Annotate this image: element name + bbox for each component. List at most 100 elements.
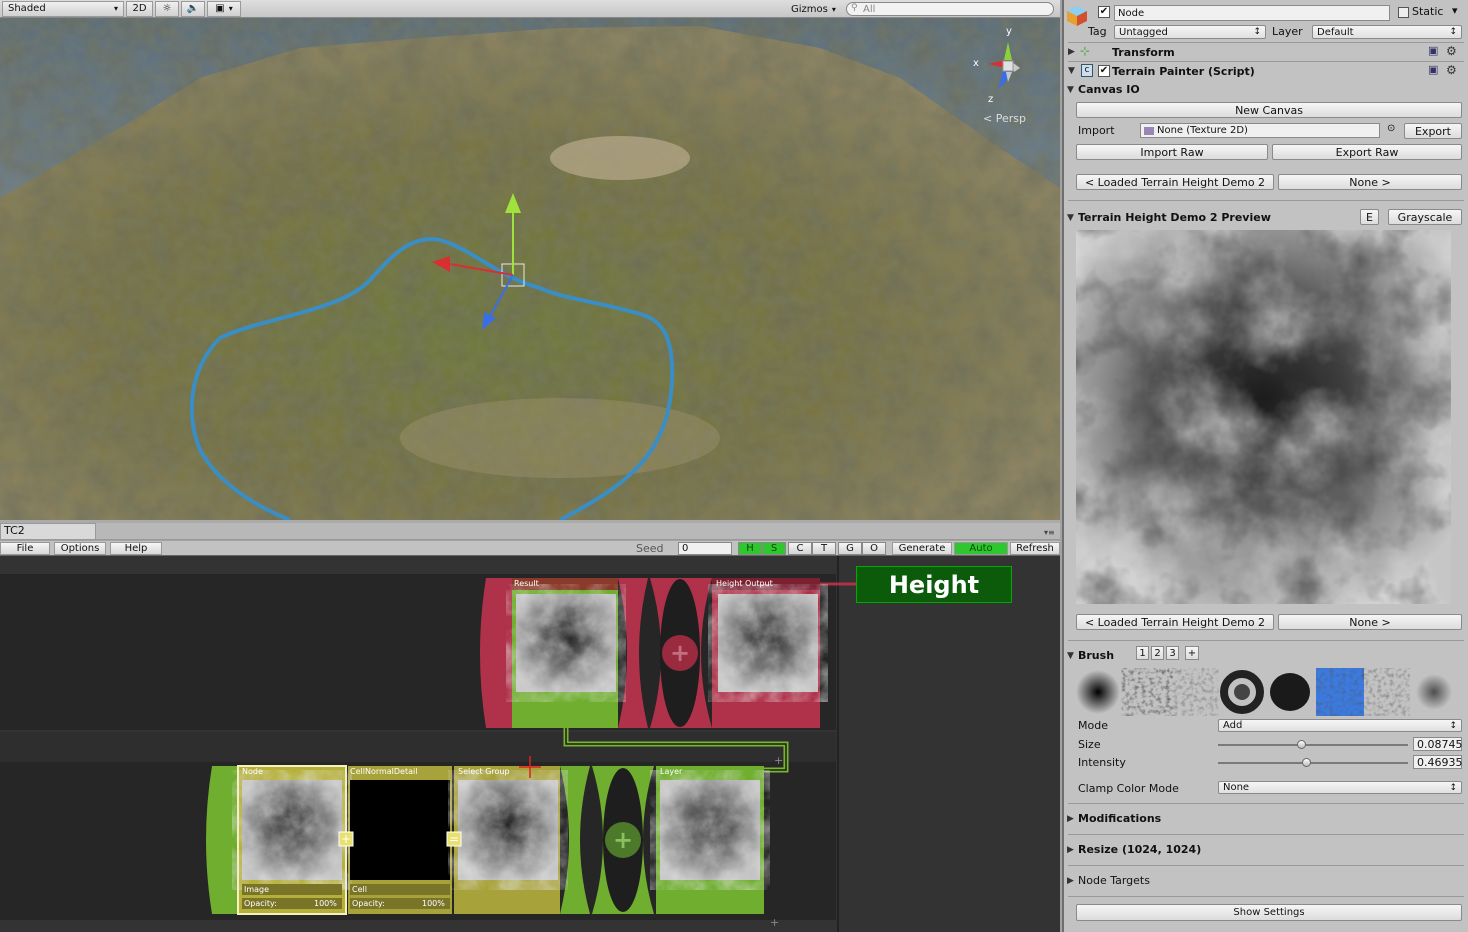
import-raw-button[interactable]: Import Raw [1076,144,1268,160]
script-enabled-checkbox[interactable]: ✔ [1098,65,1110,77]
menu-options[interactable]: Options [54,542,106,555]
cell-image-label[interactable]: Cell [352,885,367,894]
orientation-gizmo[interactable]: y x z [972,24,1038,104]
heightmap-preview[interactable] [1076,230,1451,604]
combine-plus-icon[interactable]: + [670,639,690,667]
e-button[interactable]: E [1360,209,1379,225]
import-texture-field[interactable]: None (Texture 2D) [1140,123,1380,138]
layer-dropdown[interactable]: Default [1312,25,1462,39]
static-checkbox[interactable] [1398,7,1409,18]
mode-dropdown[interactable]: Add [1218,719,1462,732]
toggle-h[interactable]: H [738,542,762,555]
toggle-g[interactable]: G [838,542,862,555]
cell-opacity-value[interactable]: 100% [422,899,445,908]
export-raw-button[interactable]: Export Raw [1272,144,1462,160]
modifications-header[interactable]: Modifications [1078,812,1161,825]
brush-rock[interactable] [1126,672,1168,712]
lighting-icon[interactable]: ☼ [155,0,179,17]
active-checkbox[interactable]: ✔ [1098,6,1110,18]
brush-set-2-button[interactable]: 2 [1151,646,1164,660]
panel-menu-icon[interactable]: ▾≡ [1044,528,1055,537]
size-slider-thumb[interactable] [1296,740,1306,749]
preview-foldout-icon[interactable]: ▼ [1067,213,1074,223]
svg-text:+: + [774,754,783,767]
effects-icon[interactable]: ▣ [207,0,241,17]
toggle-c[interactable]: C [788,542,812,555]
terrain-render[interactable] [0,18,1060,520]
brush-soft-round[interactable] [1076,670,1120,714]
static-dropdown-icon[interactable]: ▾ [1452,4,1458,17]
object-picker-icon[interactable]: ⊙ [1387,123,1395,134]
projection-toggle[interactable]: < Persp [983,112,1026,125]
brush-set-1-button[interactable]: 1 [1136,646,1149,660]
generate-button[interactable]: Generate [892,542,952,555]
generate-label: Generate [898,543,946,554]
clamp-color-mode-dropdown[interactable]: None [1218,781,1462,794]
brush-foldout-icon[interactable]: ▼ [1067,651,1074,661]
loaded-canvas-prev-button-2[interactable]: < Loaded Terrain Height Demo 2 [1076,614,1274,630]
resize-foldout-icon[interactable]: ▶ [1067,845,1074,855]
toggle-t[interactable]: T [812,542,836,555]
node-opacity-value[interactable]: 100% [314,899,337,908]
help-book-icon[interactable]: ▣ [1428,44,1438,57]
settings-gear-icon[interactable]: ⚙ [1446,44,1457,58]
tab-strip [96,523,1060,540]
toggle-o[interactable]: O [862,542,886,555]
tab-tc2[interactable]: TC2 [0,523,96,540]
brush-blob[interactable] [1270,673,1310,711]
modifications-foldout-icon[interactable]: ▶ [1067,814,1074,824]
script-header[interactable]: Terrain Painter (Script) [1112,65,1255,78]
brush-speckle[interactable] [1366,672,1406,712]
size-value: 0.08745 [1417,737,1463,751]
node-image-label[interactable]: Image [244,885,269,894]
transform-foldout-icon[interactable]: ▶ [1068,47,1075,57]
size-slider-track[interactable] [1218,744,1408,746]
toggle-s[interactable]: S [762,542,786,555]
intensity-value-field[interactable]: 0.46935 [1413,755,1463,769]
gizmos-dropdown[interactable]: Gizmos [786,1,841,17]
brush-smoke[interactable] [1416,674,1452,710]
output-height-badge[interactable]: Height [856,566,1012,603]
scene-view[interactable]: Shaded 2D ☼ 🔈 ▣ Gizmos ⚲ All y x z < Per… [0,0,1060,520]
object-name-field[interactable]: Node [1114,5,1390,21]
export-button[interactable]: Export [1404,123,1462,139]
intensity-slider-track[interactable] [1218,762,1408,764]
show-settings-button[interactable]: Show Settings [1076,904,1462,921]
audio-icon[interactable]: 🔈 [181,0,205,17]
loaded-canvas-prev-button[interactable]: < Loaded Terrain Height Demo 2 [1076,174,1274,190]
preview-header[interactable]: Terrain Height Demo 2 Preview [1078,211,1271,224]
node-targets-header[interactable]: Node Targets [1078,874,1150,887]
gameobject-cube-icon [1066,5,1088,27]
size-value-field[interactable]: 0.08745 [1413,737,1463,751]
resize-header[interactable]: Resize (1024, 1024) [1078,843,1201,856]
layer-plus-icon[interactable]: + [613,826,633,854]
shading-mode-dropdown[interactable]: Shaded [2,0,124,17]
node-targets-foldout-icon[interactable]: ▶ [1067,876,1074,886]
canvas-io-foldout-icon[interactable]: ▼ [1067,85,1074,95]
mode-2d-button[interactable]: 2D [126,0,153,17]
menu-file[interactable]: File [0,542,50,555]
node-graph-canvas[interactable]: + = + + + + Result Height Output Node Ce… [0,556,1060,932]
refresh-button[interactable]: Refresh [1010,542,1060,555]
tag-dropdown[interactable]: Untagged [1114,25,1266,39]
brush-scatter-selected[interactable] [1320,672,1360,712]
grayscale-button[interactable]: Grayscale [1388,209,1462,225]
seed-input[interactable]: 0 [678,542,732,555]
scene-search-input[interactable]: ⚲ All [846,2,1054,16]
menu-help[interactable]: Help [110,542,162,555]
new-canvas-button[interactable]: New Canvas [1076,102,1462,118]
script-help-icon[interactable]: ▣ [1428,63,1438,76]
script-foldout-icon[interactable]: ▼ [1068,66,1075,76]
transform-header[interactable]: Transform [1112,46,1175,59]
loaded-canvas-next-button[interactable]: None > [1278,174,1462,190]
auto-toggle[interactable]: Auto [954,542,1008,555]
auto-label: Auto [969,543,993,554]
brush-set-3-button[interactable]: 3 [1166,646,1179,660]
canvas-io-header[interactable]: Canvas IO [1078,83,1140,96]
add-brush-set-button[interactable]: + [1185,646,1199,660]
brush-streaks[interactable] [1172,672,1214,712]
loaded-canvas-next-button-2[interactable]: None > [1278,614,1462,630]
brush-header[interactable]: Brush [1078,649,1114,662]
node-height-output-title: Height Output [716,579,773,588]
script-gear-icon[interactable]: ⚙ [1446,63,1457,77]
